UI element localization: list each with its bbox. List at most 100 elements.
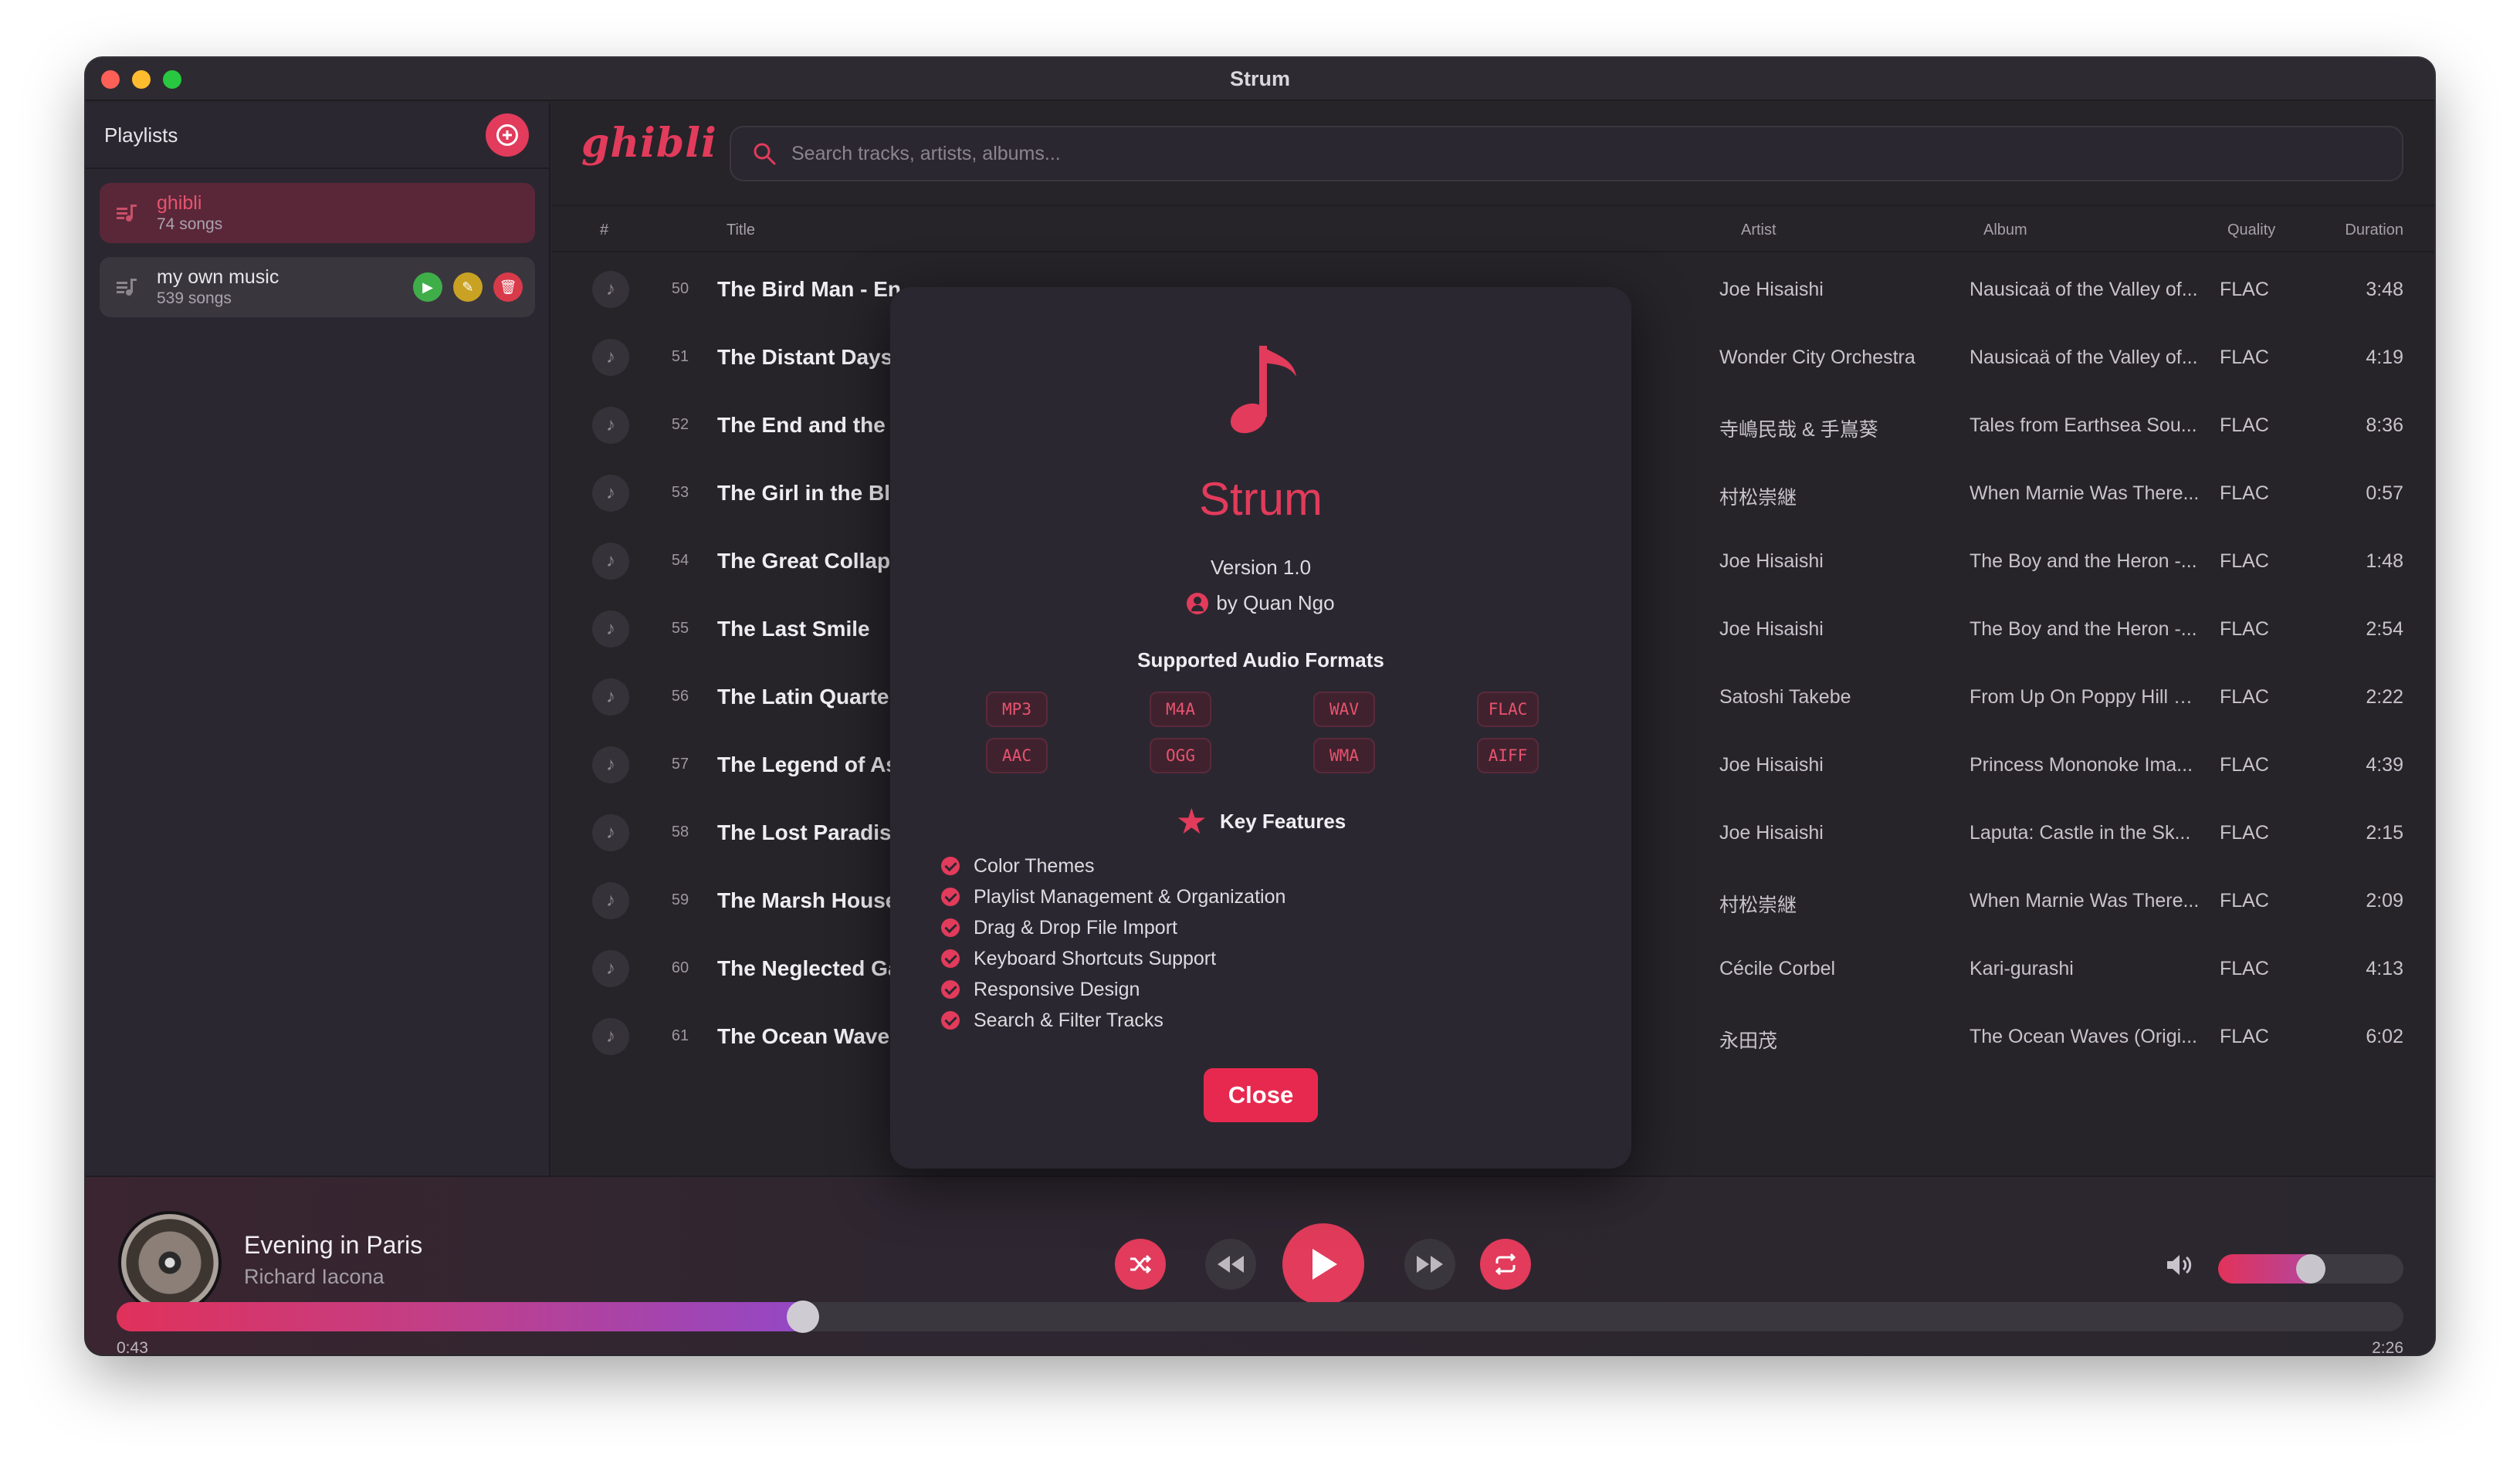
playlist-icon	[115, 276, 138, 299]
playlist-item-my-own-music[interactable]: my own music 539 songs ▶ ✎ 🗑	[100, 257, 535, 317]
close-button[interactable]: Close	[1204, 1068, 1318, 1122]
previous-button[interactable]	[1205, 1239, 1256, 1290]
track-number: 52	[671, 416, 689, 433]
feature-text: Drag & Drop File Import	[974, 916, 1177, 939]
check-icon	[941, 949, 960, 968]
track-title: The Latin Quarter	[717, 685, 898, 709]
repeat-button[interactable]	[1480, 1239, 1531, 1290]
track-artist: Joe Hisaishi	[1719, 618, 1824, 640]
about-app-name: Strum	[1198, 473, 1323, 525]
music-note-icon[interactable]: ♪	[592, 271, 629, 308]
elapsed-time: 0:43	[117, 1339, 148, 1355]
track-title: The Lost Paradise	[717, 820, 904, 844]
music-note-icon[interactable]: ♪	[592, 882, 629, 919]
music-note-icon[interactable]: ♪	[592, 950, 629, 987]
formats-heading: Supported Audio Formats	[1137, 648, 1384, 671]
track-artist: Wonder City Orchestra	[1719, 347, 1915, 368]
track-album: Kari-gurashi	[1970, 958, 2074, 979]
progress-bar[interactable]	[117, 1302, 2403, 1331]
play-button[interactable]	[1282, 1223, 1364, 1305]
shuffle-button[interactable]	[1115, 1239, 1166, 1290]
now-playing-title: Evening in Paris	[244, 1231, 423, 1259]
music-note-icon[interactable]: ♪	[592, 543, 629, 580]
format-badge: FLAC	[1477, 692, 1539, 727]
now-playing-artist: Richard Iacona	[244, 1265, 384, 1288]
zoom-window-button[interactable]	[163, 70, 181, 89]
fast-forward-icon	[1417, 1256, 1443, 1273]
features-heading-text: Key Features	[1219, 809, 1346, 833]
feature-item: Drag & Drop File Import	[941, 912, 1285, 943]
search-input[interactable]	[791, 142, 2335, 165]
music-note-icon[interactable]: ♪	[592, 678, 629, 715]
track-artist: Joe Hisaishi	[1719, 754, 1824, 776]
play-playlist-button[interactable]: ▶	[413, 272, 442, 302]
track-artist: Satoshi Takebe	[1719, 686, 1851, 708]
track-album: Princess Mononoke Ima...	[1970, 754, 2193, 776]
music-note-icon	[1230, 346, 1296, 434]
add-playlist-button[interactable]	[486, 113, 529, 157]
track-title: The Last Smile	[717, 617, 870, 641]
about-version: Version 1.0	[1210, 556, 1312, 579]
volume-knob[interactable]	[2296, 1254, 2325, 1284]
about-author: by Quan Ngo	[890, 591, 1631, 615]
progress-knob[interactable]	[786, 1301, 819, 1333]
track-title: The Legend of Asl	[717, 753, 904, 776]
track-album: Nausicaä of the Valley of...	[1970, 347, 2198, 368]
track-number: 60	[671, 959, 689, 976]
music-note-icon[interactable]: ♪	[592, 407, 629, 444]
close-window-button[interactable]	[101, 70, 120, 89]
feature-text: Responsive Design	[974, 978, 1140, 1000]
track-album: When Marnie Was There...	[1970, 890, 2200, 912]
music-note-icon[interactable]: ♪	[592, 746, 629, 783]
delete-playlist-button[interactable]: 🗑	[493, 272, 523, 302]
track-duration: 2:15	[2366, 822, 2403, 844]
minimize-window-button[interactable]	[132, 70, 151, 89]
track-artist: Joe Hisaishi	[1719, 550, 1824, 572]
feature-item: Responsive Design	[941, 974, 1285, 1005]
track-quality: FLAC	[2220, 482, 2269, 504]
music-note-icon[interactable]: ♪	[592, 475, 629, 512]
music-note-icon[interactable]: ♪	[592, 611, 629, 648]
column-quality[interactable]: Quality	[2227, 222, 2275, 239]
track-quality: FLAC	[2220, 347, 2269, 368]
format-badge: AAC	[986, 738, 1048, 773]
track-quality: FLAC	[2220, 890, 2269, 912]
track-title: The End and the E	[717, 413, 906, 437]
column-album[interactable]: Album	[1983, 222, 2027, 239]
search-bar[interactable]	[730, 126, 2403, 181]
column-number[interactable]: #	[600, 222, 608, 239]
check-icon	[941, 918, 960, 937]
track-title: The Marsh House	[717, 888, 898, 912]
table-header: # Title Artist Album Quality Duration	[552, 205, 2434, 252]
playlist-actions: ▶ ✎ 🗑	[413, 272, 523, 302]
column-title[interactable]: Title	[727, 222, 755, 239]
music-note-icon[interactable]: ♪	[592, 814, 629, 851]
progress-fill	[117, 1302, 803, 1331]
author-text: by Quan Ngo	[1216, 591, 1335, 614]
feature-item: Playlist Management & Organization	[941, 881, 1285, 912]
track-duration: 0:57	[2366, 482, 2403, 504]
track-quality: FLAC	[2220, 618, 2269, 640]
column-artist[interactable]: Artist	[1741, 222, 1777, 239]
music-note-icon[interactable]: ♪	[592, 1018, 629, 1055]
next-button[interactable]	[1404, 1239, 1455, 1290]
track-quality: FLAC	[2220, 550, 2269, 572]
track-number: 54	[671, 552, 689, 569]
playlist-item-ghibli[interactable]: ghibli 74 songs	[100, 183, 535, 243]
track-quality: FLAC	[2220, 414, 2269, 436]
album-art	[118, 1211, 222, 1314]
repeat-icon	[1495, 1253, 1516, 1276]
track-quality: FLAC	[2220, 958, 2269, 979]
playlist-name: ghibli	[157, 192, 202, 214]
music-note-icon[interactable]: ♪	[592, 339, 629, 376]
feature-text: Color Themes	[974, 854, 1095, 877]
formats-grid: MP3 M4A WAV FLAC AAC OGG WMA AIFF	[981, 692, 1550, 776]
track-album: The Boy and the Heron -...	[1970, 550, 2197, 572]
track-title: The Great Collaps	[717, 549, 903, 573]
track-artist: Cécile Corbel	[1719, 958, 1836, 979]
column-duration[interactable]: Duration	[2345, 222, 2403, 239]
edit-playlist-button[interactable]: ✎	[453, 272, 483, 302]
volume-icon[interactable]	[2163, 1250, 2193, 1280]
track-quality: FLAC	[2220, 1026, 2269, 1047]
track-number: 53	[671, 484, 689, 501]
